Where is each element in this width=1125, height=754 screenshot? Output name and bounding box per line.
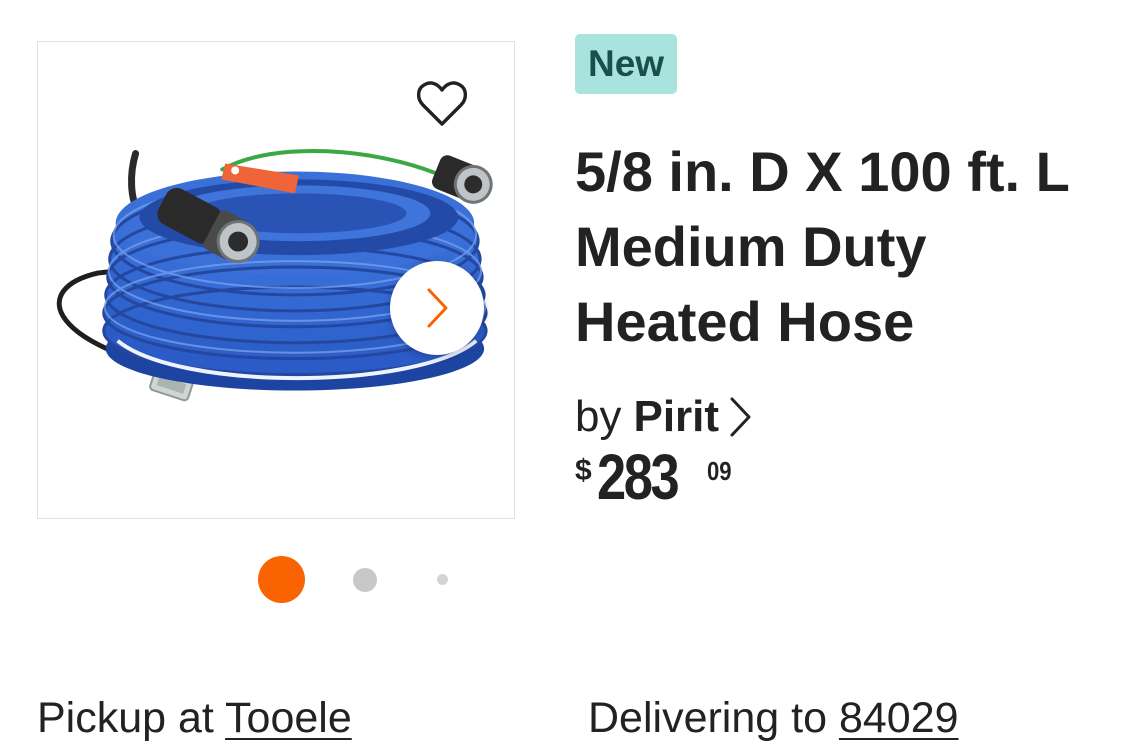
price-cents: 09 — [707, 456, 732, 486]
favorite-button[interactable] — [414, 76, 470, 132]
delivery-info: Delivering to 84029 — [588, 686, 959, 750]
price-currency: $ — [575, 454, 592, 487]
pickup-label: Pickup at — [37, 694, 214, 742]
pickup-info: Pickup at Tooele — [37, 686, 352, 750]
product-title: 5/8 in. D X 100 ft. L Medium Duty Heated… — [575, 140, 1069, 353]
new-badge: New — [575, 34, 678, 94]
image-carousel-dots — [0, 552, 552, 608]
carousel-dot-active[interactable] — [258, 556, 305, 603]
product-image-card — [37, 41, 515, 519]
carousel-dot[interactable] — [437, 574, 448, 585]
delivery-zip-link[interactable]: 84029 — [839, 694, 959, 742]
fulfillment-bar: Pickup at Tooele Delivering to 84029 — [0, 686, 1125, 754]
delivery-label: Delivering to — [588, 694, 827, 742]
next-image-button[interactable] — [390, 261, 484, 355]
price-dollars: 283 — [597, 441, 680, 513]
chevron-right-icon — [727, 395, 753, 439]
carousel-dot[interactable] — [353, 568, 377, 592]
chevron-right-icon — [427, 288, 448, 328]
heart-outline-icon — [416, 81, 468, 126]
pickup-store-link[interactable]: Tooele — [225, 694, 352, 742]
